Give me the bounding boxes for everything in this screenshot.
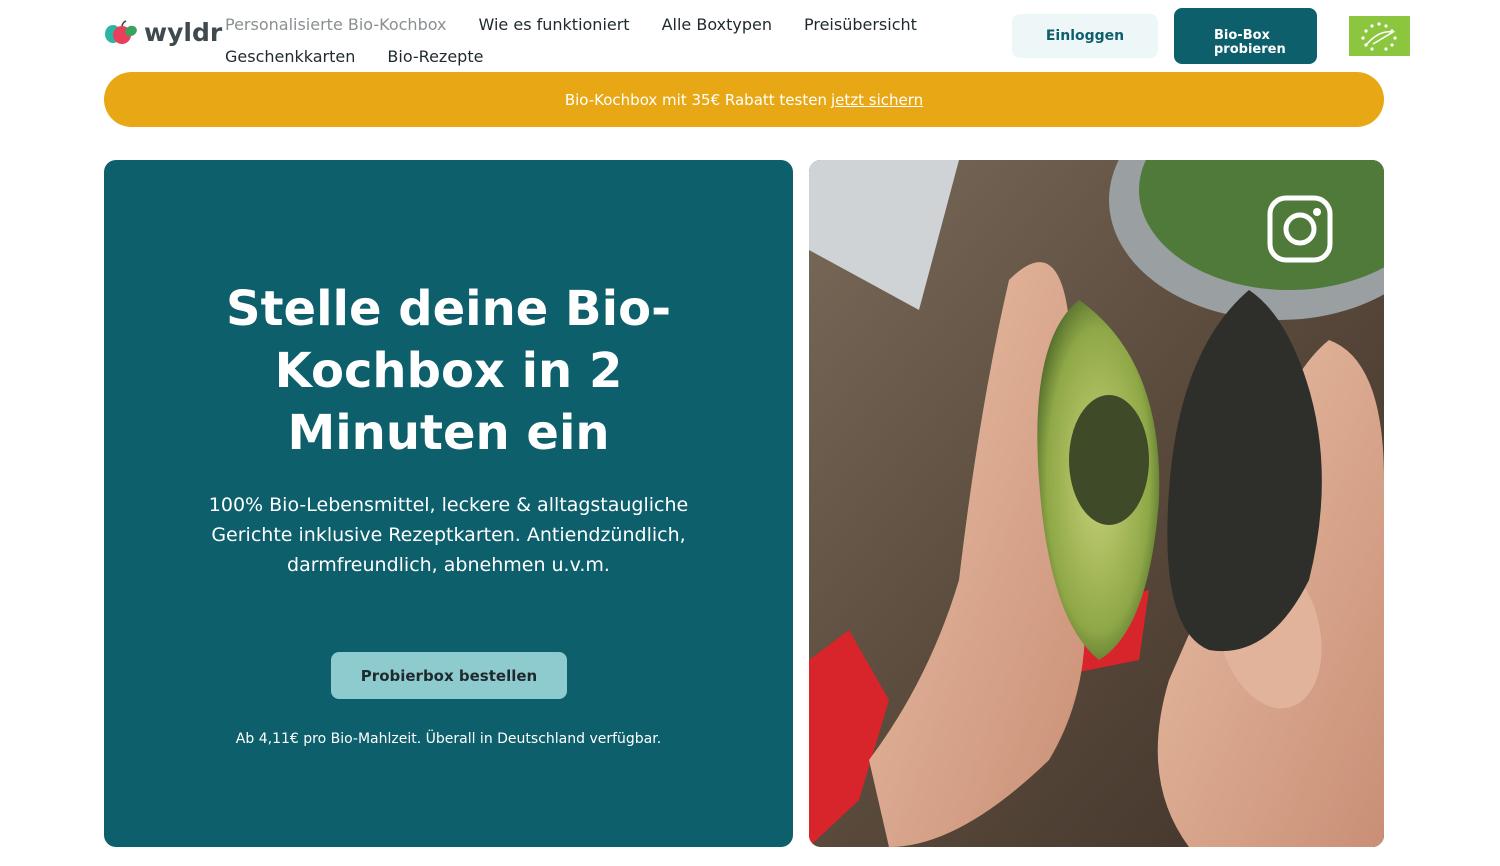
nav-row-secondary: Geschenkkarten Bio-Rezepte xyxy=(225,40,945,72)
try-bio-box-label-line2: probieren xyxy=(1214,41,1286,57)
main-nav: Personalisierte Bio-Kochbox Wie es funkt… xyxy=(225,8,945,72)
nav-personalisierte-bio-kochbox[interactable]: Personalisierte Bio-Kochbox xyxy=(225,15,447,34)
hero-panel: Stelle deine Bio-Kochbox in 2 Minuten ei… xyxy=(104,160,793,847)
nav-preisuebersicht[interactable]: Preisübersicht xyxy=(804,15,917,34)
promo-banner: Bio-Kochbox mit 35€ Rabatt testen jetzt … xyxy=(104,72,1384,127)
nav-geschenkkarten[interactable]: Geschenkkarten xyxy=(225,47,355,66)
hero-media[interactable] xyxy=(809,160,1384,847)
hero-subtitle: 100% Bio-Lebensmittel, leckere & alltags… xyxy=(208,494,689,576)
brand-name: wyldr xyxy=(144,18,223,47)
hero-title: Stelle deine Bio-Kochbox in 2 Minuten ei… xyxy=(226,281,671,461)
eu-organic-logo-icon xyxy=(1349,16,1410,56)
order-trial-box-button[interactable]: Probierbox bestellen xyxy=(331,652,567,699)
login-button[interactable]: Einloggen xyxy=(1012,14,1158,58)
hero-price-note: Ab 4,11€ pro Bio-Mahlzeit. Überall in De… xyxy=(235,731,662,747)
nav-row-primary: Personalisierte Bio-Kochbox Wie es funkt… xyxy=(225,8,945,40)
brand-logo[interactable]: wyldr xyxy=(104,18,222,47)
nav-bio-rezepte[interactable]: Bio-Rezepte xyxy=(387,47,483,66)
site-header: wyldr Personalisierte Bio-Kochbox Wie es… xyxy=(0,0,1500,72)
avocado-hands-image xyxy=(809,160,1384,847)
promo-banner-text: Bio-Kochbox mit 35€ Rabatt testen xyxy=(564,90,827,109)
promo-banner-link[interactable]: jetzt sichern xyxy=(831,91,923,109)
nav-alle-boxtypen[interactable]: Alle Boxtypen xyxy=(662,15,772,34)
try-bio-box-button[interactable]: Bio-Box probieren xyxy=(1174,8,1317,64)
try-bio-box-label-line1: Bio-Box xyxy=(1214,27,1270,43)
instagram-icon[interactable] xyxy=(1267,195,1333,263)
wyldr-logo-icon xyxy=(104,19,138,47)
nav-wie-es-funktioniert[interactable]: Wie es funktioniert xyxy=(479,15,630,34)
